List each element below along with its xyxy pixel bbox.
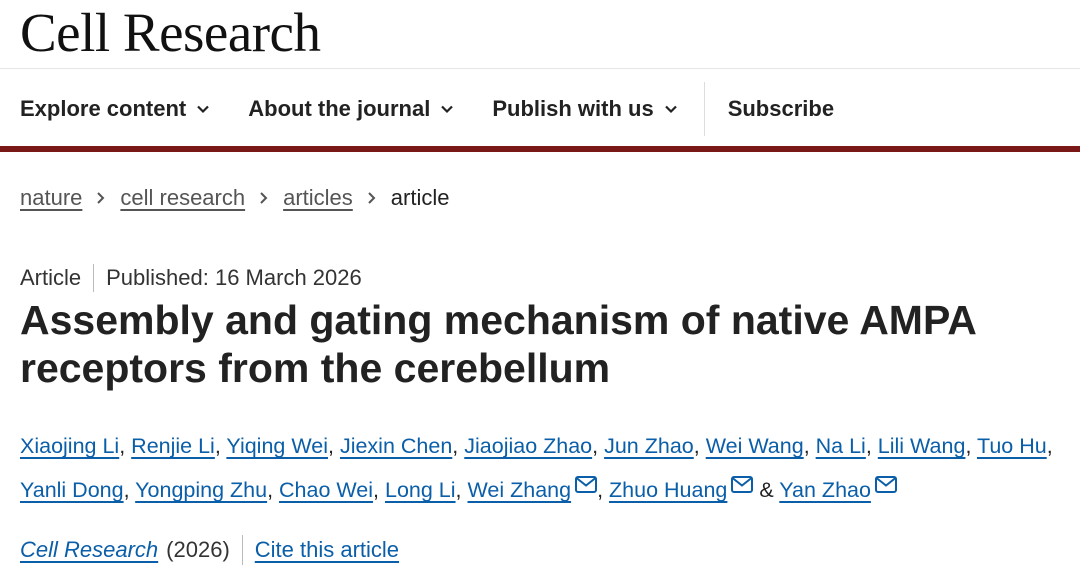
mail-icon[interactable] (731, 476, 754, 493)
nav-subscribe[interactable]: Subscribe (728, 76, 834, 142)
author-link[interactable]: Yanli Dong (20, 478, 124, 502)
nav-about-journal-label: About the journal (248, 96, 431, 121)
article-meta: Article Published: 16 March 2026 (20, 263, 362, 293)
author-link[interactable]: Wei Wang (706, 434, 804, 458)
article-title: Assembly and gating mechanism of native … (20, 297, 976, 391)
author-link[interactable]: Jun Zhao (604, 434, 694, 458)
chevron-right-icon (259, 191, 269, 205)
citation-divider (241, 535, 243, 565)
author-list: Xiaojing Li, Renjie Li, Yiqing Wei, Jiex… (20, 434, 1053, 502)
chevron-down-icon (441, 105, 454, 114)
author-link[interactable]: Yan Zhao (779, 478, 871, 502)
author-link[interactable]: Chao Wei (279, 478, 373, 502)
chevron-right-icon (96, 191, 106, 205)
author-link[interactable]: Zhuo Huang (609, 478, 727, 502)
header-divider (0, 68, 1080, 69)
article-type: Article (20, 265, 82, 290)
breadcrumb-cell-research[interactable]: cell research (120, 185, 245, 211)
author-link[interactable]: Wei Zhang (468, 478, 572, 502)
author-link[interactable]: Tuo Hu (977, 434, 1047, 458)
chevron-right-icon (367, 191, 377, 205)
author-link[interactable]: Jiaojiao Zhao (464, 434, 592, 458)
author-link[interactable]: Na Li (816, 434, 866, 458)
breadcrumb-nature[interactable]: nature (20, 185, 82, 211)
chevron-down-icon (664, 105, 677, 114)
nav-publish-with-us-label: Publish with us (492, 96, 654, 121)
journal-logo[interactable]: Cell Research (20, 4, 321, 62)
nav-about-journal[interactable]: About the journal (248, 76, 454, 142)
meta-divider (93, 264, 95, 292)
publication-year: (2026) (166, 537, 230, 562)
author-link[interactable]: Xiaojing Li (20, 434, 119, 458)
author-link[interactable]: Lili Wang (878, 434, 966, 458)
nav-publish-with-us[interactable]: Publish with us (492, 76, 677, 142)
brand-accent-bar (0, 146, 1080, 152)
breadcrumb-current: article (390, 185, 450, 210)
mail-icon[interactable] (874, 476, 897, 493)
nav-explore-content-label: Explore content (20, 96, 187, 121)
journal-link[interactable]: Cell Research (20, 537, 158, 563)
author-link[interactable]: Yongping Zhu (135, 478, 267, 502)
author-link[interactable]: Renjie Li (131, 434, 215, 458)
author-link[interactable]: Jiexin Chen (340, 434, 452, 458)
citation-row: Cell Research (2026) Cite this article (20, 534, 399, 566)
author-link[interactable]: Long Li (385, 478, 456, 502)
published-date: Published: 16 March 2026 (106, 265, 362, 290)
author-link[interactable]: Yiqing Wei (226, 434, 328, 458)
main-nav: Explore content About the journal Publis… (0, 76, 1080, 142)
mail-icon[interactable] (575, 476, 598, 493)
author-ampersand: & (759, 478, 774, 502)
nav-explore-content[interactable]: Explore content (20, 76, 210, 142)
cite-this-article-link[interactable]: Cite this article (255, 537, 399, 563)
chevron-down-icon (197, 105, 210, 114)
breadcrumb-articles[interactable]: articles (283, 185, 353, 211)
breadcrumb: nature cell research articles article (20, 184, 449, 212)
nav-separator (703, 82, 705, 136)
